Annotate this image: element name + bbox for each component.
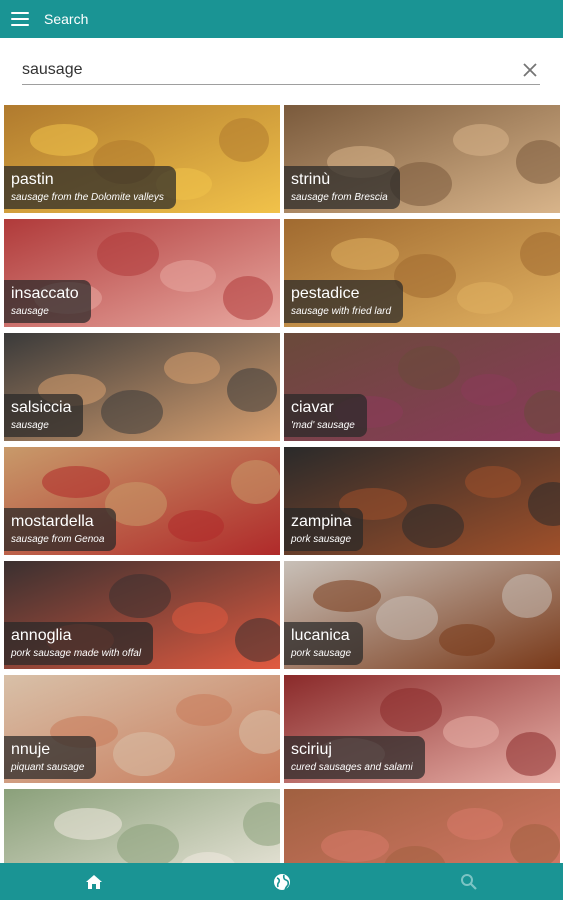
result-name: insaccato (11, 285, 79, 302)
result-label: mostardella sausage from Genoa (4, 508, 117, 551)
result-name: pestadice (291, 285, 360, 302)
result-card[interactable]: nnuje piquant sausage (4, 675, 280, 783)
result-card[interactable]: pestadice sausage with fried lard (284, 219, 560, 327)
result-name: lucanica (291, 627, 350, 644)
result-card[interactable]: salsiccia sausage (4, 333, 280, 441)
result-card[interactable]: sciriuj cured sausages and salami (284, 675, 560, 783)
close-icon[interactable] (523, 63, 537, 77)
home-icon[interactable] (83, 871, 105, 893)
result-description: pork sausage (291, 648, 352, 659)
result-name: sciriuj (291, 741, 332, 758)
result-label: strinù sausage from Brescia (284, 166, 400, 209)
result-card[interactable]: annoglia pork sausage made with offal (4, 561, 280, 669)
result-description: cured sausages and salami (291, 762, 413, 773)
result-description: sausage (11, 306, 49, 317)
result-card[interactable]: strinù sausage from Brescia (284, 105, 560, 213)
result-name: salsiccia (11, 399, 72, 416)
result-name: pastin (11, 171, 54, 188)
result-card[interactable]: mostardella sausage from Genoa (4, 447, 280, 555)
result-name: strinù (291, 171, 331, 188)
result-description: sausage from the Dolomite valleys (11, 192, 164, 203)
result-card[interactable]: ciauscolo (284, 789, 560, 863)
app-bar: Search (0, 0, 563, 38)
result-photo (4, 789, 280, 863)
result-name: zampina (291, 513, 352, 530)
search-input[interactable] (22, 58, 502, 82)
result-label: annoglia pork sausage made with offal (4, 622, 154, 665)
search-field (22, 58, 540, 85)
result-description: sausage from Brescia (291, 192, 388, 203)
result-description: pork sausage made with offal (11, 648, 142, 659)
result-name: mostardella (11, 513, 94, 530)
result-label: pastin sausage from the Dolomite valleys (4, 166, 176, 209)
result-card[interactable]: insaccato sausage (4, 219, 280, 327)
bottom-navigation (0, 863, 563, 900)
search-icon[interactable] (458, 871, 480, 893)
globe-icon[interactable] (271, 871, 293, 893)
result-label: pestadice sausage with fried lard (284, 280, 404, 323)
result-name: nnuje (11, 741, 51, 758)
result-description: sausage (11, 420, 49, 431)
result-description: 'mad' sausage (291, 420, 355, 431)
result-label: sciriuj cured sausages and salami (284, 736, 425, 779)
result-card[interactable]: annoja (4, 789, 280, 863)
result-description: sausage with fried lard (291, 306, 392, 317)
result-name: annoglia (11, 627, 72, 644)
result-label: ciavar 'mad' sausage (284, 394, 367, 437)
result-description: piquant sausage (11, 762, 85, 773)
page-title: Search (44, 11, 89, 27)
result-name: ciavar (291, 399, 334, 416)
result-card[interactable]: zampina pork sausage (284, 447, 560, 555)
hamburger-menu-icon[interactable] (11, 12, 29, 27)
result-description: sausage from Genoa (11, 534, 105, 545)
result-label: salsiccia sausage (4, 394, 84, 437)
result-card[interactable]: lucanica pork sausage (284, 561, 560, 669)
result-description: pork sausage (291, 534, 352, 545)
result-label: insaccato sausage (4, 280, 91, 323)
result-label: zampina pork sausage (284, 508, 364, 551)
result-photo (284, 789, 560, 863)
results-grid: pastin sausage from the Dolomite valleys s… (0, 105, 563, 863)
result-label: nnuje piquant sausage (4, 736, 97, 779)
result-card[interactable]: pastin sausage from the Dolomite valleys (4, 105, 280, 213)
result-card[interactable]: ciavar 'mad' sausage (284, 333, 560, 441)
result-label: lucanica pork sausage (284, 622, 364, 665)
